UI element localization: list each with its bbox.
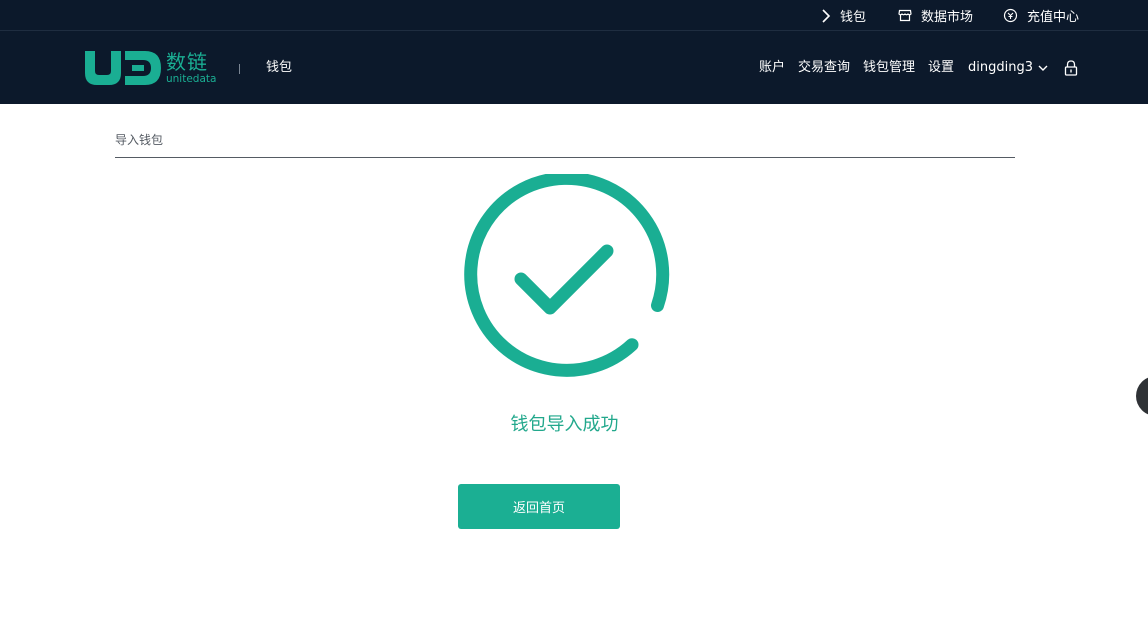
topbar-data-market-label: 数据市场 <box>921 10 974 25</box>
store-icon <box>898 9 912 22</box>
topbar-wallet-link[interactable]: 钱包 <box>821 0 866 31</box>
success-message: 钱包导入成功 <box>510 414 619 435</box>
chevron-down-icon <box>1038 65 1048 71</box>
topbar-recharge-link[interactable]: 充值中心 <box>1003 0 1079 31</box>
lock-icon <box>1064 60 1078 76</box>
ud-logo-mark <box>85 51 161 85</box>
nav-wallet-management[interactable]: 钱包管理 <box>863 58 915 78</box>
section-divider <box>115 157 1015 158</box>
logo-chinese-name: 数链 <box>166 50 208 74</box>
topbar-data-market-link[interactable]: 数据市场 <box>898 0 973 31</box>
section-title: 导入钱包 <box>115 133 164 147</box>
success-check-icon <box>464 174 670 377</box>
nav-account[interactable]: 账户 <box>759 58 785 78</box>
logo-english-name: unitedata <box>166 73 217 85</box>
main-header: 数链 unitedata 钱包 账户 交易查询 钱包管理 设置 dingding… <box>0 31 1148 104</box>
recharge-icon <box>1003 8 1018 23</box>
chevron-right-icon <box>822 8 831 23</box>
current-section-label: 钱包 <box>266 60 293 75</box>
topbar-wallet-label: 钱包 <box>840 10 867 25</box>
top-utility-bar: 钱包 数据市场 充值中心 <box>0 0 1148 31</box>
user-menu[interactable]: dingding3 <box>968 58 1048 78</box>
unitedata-logo[interactable]: 数链 unitedata <box>85 50 217 87</box>
username: dingding3 <box>968 60 1033 75</box>
return-home-button[interactable]: 返回首页 <box>458 484 620 529</box>
topbar-recharge-label: 充值中心 <box>1027 10 1080 25</box>
floating-side-button[interactable] <box>1136 376 1148 416</box>
nav-transaction-query[interactable]: 交易查询 <box>798 58 850 78</box>
nav-settings[interactable]: 设置 <box>928 58 954 78</box>
header-divider <box>239 64 240 74</box>
lock-button[interactable] <box>1064 60 1078 76</box>
